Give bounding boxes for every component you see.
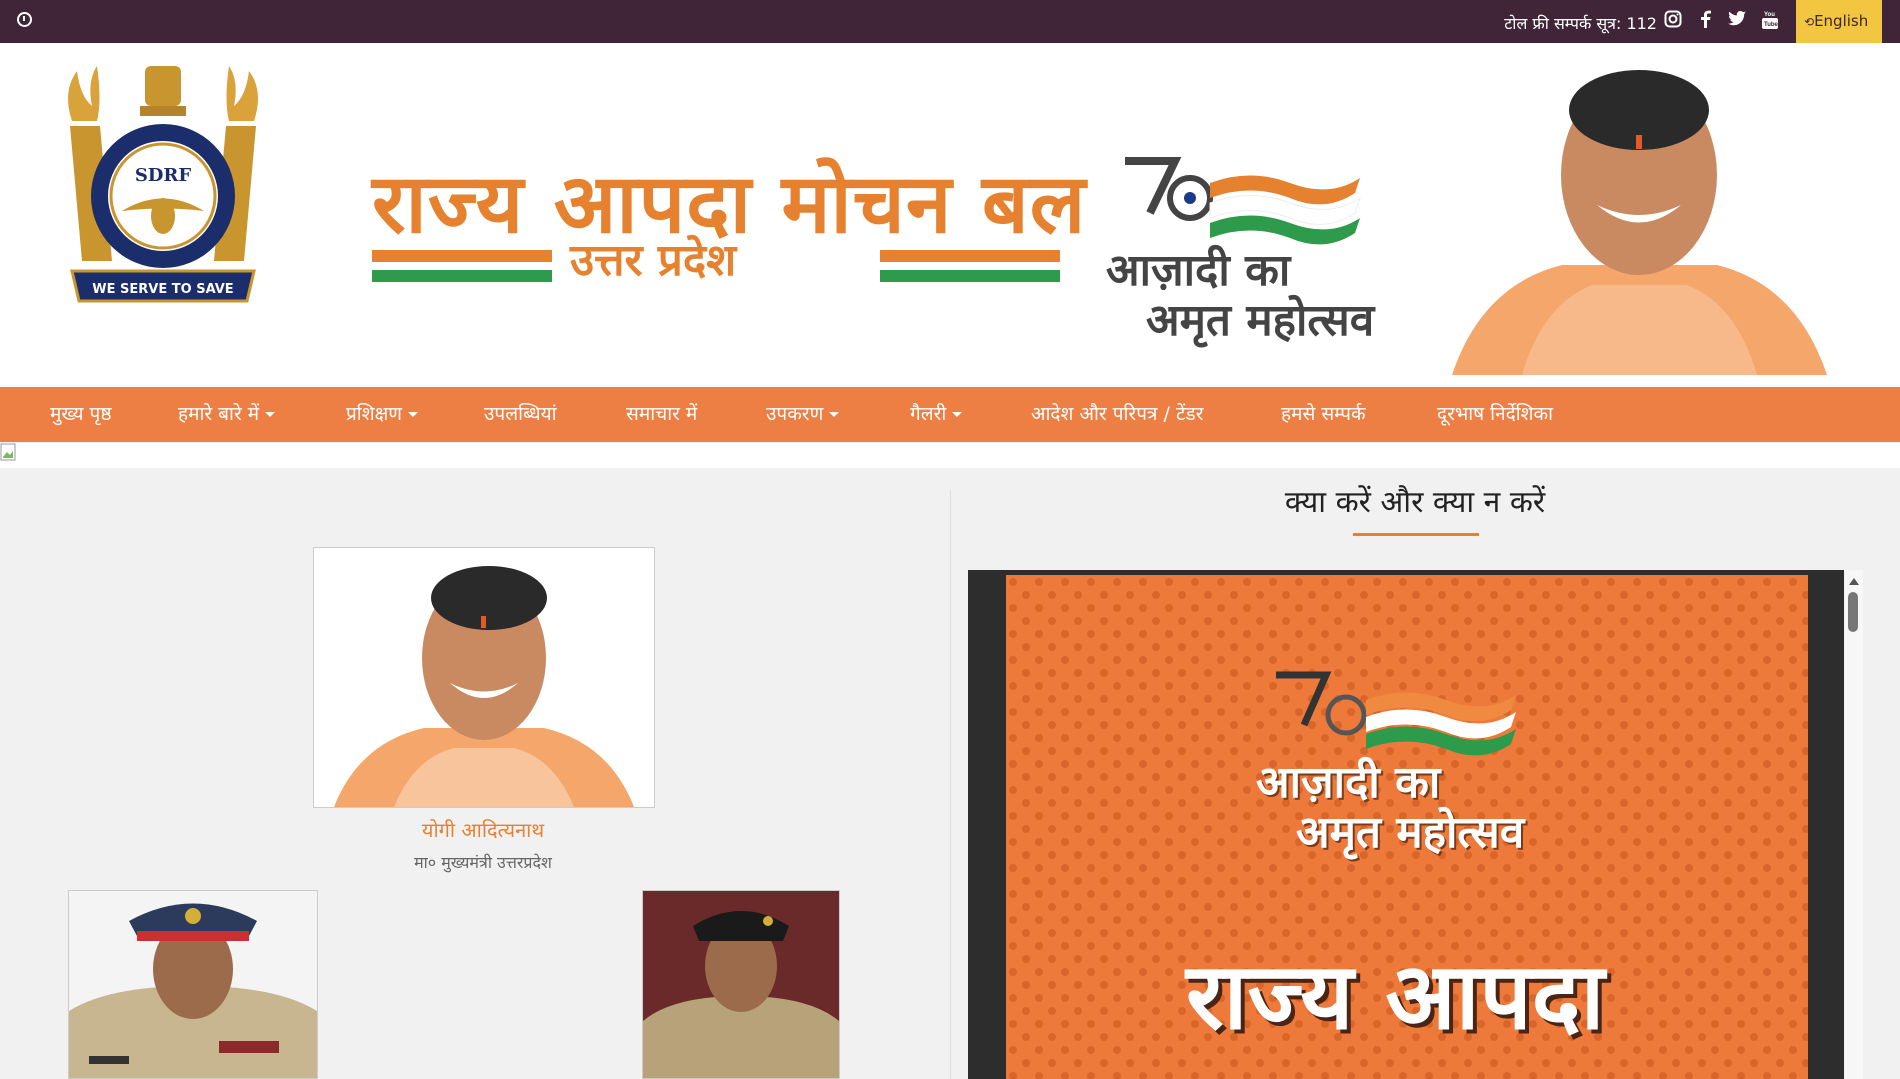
column-divider [950, 490, 951, 1079]
poster-line-2: अमृत महोत्सव [1296, 807, 1525, 858]
officer2-portrait [643, 891, 839, 1078]
chevron-down-icon [829, 412, 840, 417]
chevron-down-icon [408, 412, 419, 417]
nav-equipment[interactable]: उपकरण [766, 387, 840, 442]
language-label: English [1814, 12, 1869, 30]
banner-strip [0, 443, 1900, 468]
dos-donts-title: क्या करें और क्या न करें [1284, 485, 1546, 520]
chevron-down-icon [952, 412, 963, 417]
clock-icon [17, 12, 32, 27]
facebook-icon[interactable] [1694, 10, 1716, 32]
officer1-portrait [69, 891, 317, 1078]
tricolor-bar-right-saffron [880, 250, 1060, 262]
tricolor-bar-right-green [880, 270, 1060, 282]
translate-icon: ⟲ [1804, 15, 1815, 29]
tricolor-bar-left-saffron [372, 250, 552, 262]
chief-minister-header-photo [1452, 70, 1827, 375]
nav-contact-us[interactable]: हमसे सम्पर्क [1281, 387, 1366, 442]
cm-designation: मा० मुख्यमंत्री उत्तरप्रदेश [414, 853, 552, 872]
sdrf-emblem-logo[interactable]: SDRF WE SERVE TO SAVE [52, 61, 274, 313]
nav-achievements[interactable]: उपलब्धियां [484, 387, 557, 442]
pdf-viewer[interactable]: आज़ादी का अमृत महोत्सव राज्य आपदा [968, 570, 1844, 1079]
nav-training[interactable]: प्रशिक्षण [346, 387, 419, 442]
officer1-photo-frame [68, 890, 318, 1079]
emblem-center-text: SDRF [135, 165, 192, 186]
dos-donts-poster: आज़ादी का अमृत महोत्सव राज्य आपदा [1006, 575, 1808, 1079]
broken-image-icon [0, 443, 16, 461]
viewer-scrollbar[interactable] [1845, 570, 1863, 1079]
site-subtitle: उत्तर प्रदेश [570, 235, 737, 286]
language-toggle-button[interactable]: ⟲English [1796, 0, 1882, 43]
twitter-icon[interactable] [1726, 10, 1748, 32]
nav-home[interactable]: मुख्य पृष्ठ [50, 387, 112, 442]
nav-gallery[interactable]: गैलरी [910, 387, 963, 442]
title-subtitle-band: उत्तर प्रदेश [372, 235, 1060, 292]
youtube-icon[interactable]: You Tube [1759, 10, 1781, 32]
scroll-up-arrow-icon[interactable] [1849, 578, 1859, 585]
title-underline [1353, 533, 1479, 536]
nav-orders-tenders[interactable]: आदेश और परिपत्र / टेंडर [1031, 387, 1203, 442]
azadi-line-2: अमृत महोत्सव [1146, 295, 1375, 346]
officer2-photo-frame [642, 890, 840, 1079]
poster-line-3: राज्य आपदा [1186, 943, 1605, 1050]
instagram-icon[interactable] [1662, 10, 1684, 32]
cm-name[interactable]: योगी आदित्यनाथ [313, 816, 653, 843]
cm-portrait [314, 548, 654, 807]
nav-news[interactable]: समाचार में [626, 387, 697, 442]
top-bar: टोल फ्री सम्पर्क सूत्र: 112 You Tube ⟲Eng… [0, 0, 1900, 43]
svg-text:You: You [1764, 12, 1775, 18]
site-header: SDRF WE SERVE TO SAVE राज्य आपदा मोचन बल… [0, 43, 1900, 387]
scroll-thumb[interactable] [1848, 592, 1858, 632]
nav-phone-directory[interactable]: दूरभाष निर्देशिका [1437, 387, 1553, 442]
svg-text:Tube: Tube [1764, 22, 1779, 28]
chevron-down-icon [265, 412, 276, 417]
tollfree-number: टोल फ्री सम्पर्क सूत्र: 112 [1504, 14, 1657, 33]
main-nav: मुख्य पृष्ठ हमारे बारे में प्रशिक्षण उपल… [0, 387, 1900, 442]
tricolor-bar-left-green [372, 270, 552, 282]
cm-photo-frame [313, 547, 655, 808]
nav-about-us[interactable]: हमारे बारे में [178, 387, 276, 442]
emblem-motto: WE SERVE TO SAVE [92, 282, 233, 297]
